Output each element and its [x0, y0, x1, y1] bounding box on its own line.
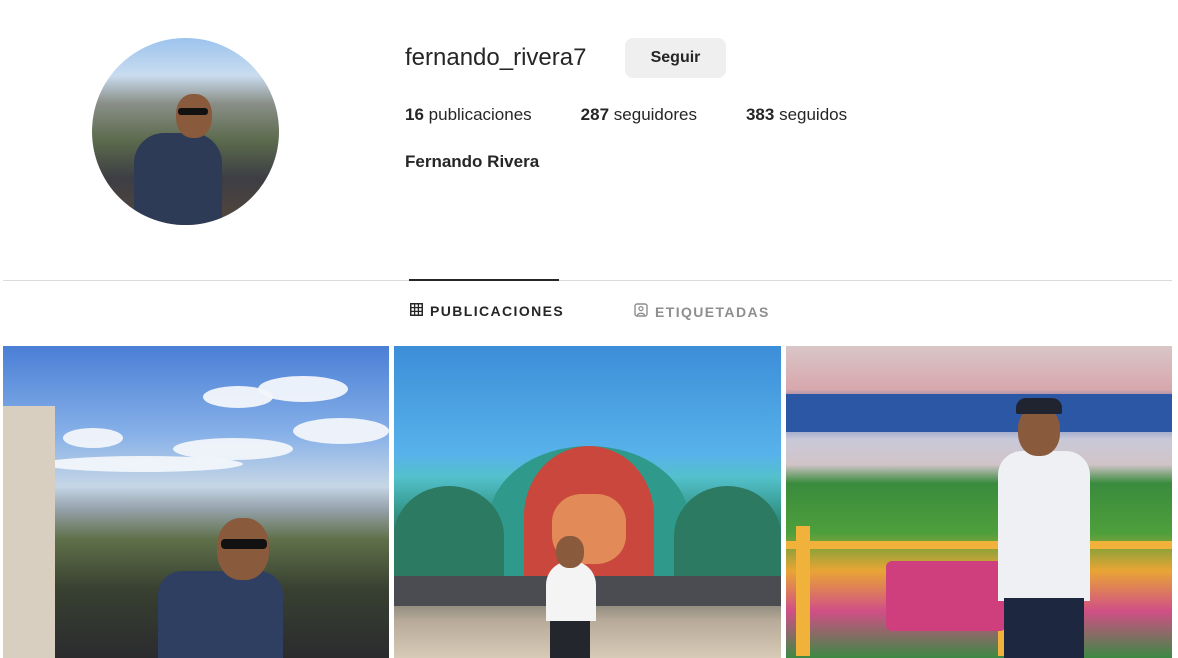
post-thumbnail-1[interactable] [3, 346, 389, 658]
cloud-shape [258, 376, 348, 402]
profile-avatar[interactable] [92, 38, 279, 225]
person-head [556, 536, 584, 568]
crest-field-art [886, 561, 1006, 631]
profile-stats: 16 publicaciones 287 seguidores 383 segu… [405, 105, 896, 125]
tab-etiquetadas-label: ETIQUETADAS [655, 303, 770, 320]
person-shirt [546, 561, 596, 621]
tab-publicaciones-label: PUBLICACIONES [430, 303, 565, 319]
followers-label: seguidores [613, 105, 697, 124]
tab-etiquetadas[interactable]: ETIQUETADAS [634, 303, 770, 320]
tagged-icon [634, 303, 655, 320]
barrier-post [796, 526, 810, 656]
avatar-head [176, 94, 212, 138]
stat-followers[interactable]: 287 seguidores [581, 105, 697, 125]
follow-button[interactable]: Seguir [625, 38, 726, 78]
following-count: 383 [745, 105, 775, 124]
person-head [217, 518, 269, 580]
cloud-shape [63, 428, 123, 448]
stadium-seats-blue [786, 394, 1172, 432]
avatar-shirt [134, 133, 222, 225]
stage-wing-left [394, 486, 504, 586]
tabs-divider [3, 280, 1172, 281]
stat-posts[interactable]: 16 publicaciones [405, 105, 532, 125]
cloud-shape [293, 418, 389, 444]
person-shirt [158, 571, 283, 658]
profile-username: fernando_rivera7 [405, 44, 587, 71]
followers-count: 287 [580, 105, 610, 124]
cloud-shape [43, 456, 243, 472]
grid-icon [410, 303, 430, 319]
active-tab-indicator [409, 279, 559, 281]
person-pants [1004, 598, 1084, 658]
avatar-sunglasses [178, 108, 208, 115]
stone-pillar [3, 406, 55, 658]
cap [1016, 398, 1062, 414]
sunglasses [221, 539, 267, 549]
stat-following[interactable]: 383 seguidos [746, 105, 847, 125]
person-shirt [998, 451, 1090, 601]
tab-publicaciones[interactable]: PUBLICACIONES [410, 303, 564, 319]
posts-count: 16 [405, 105, 424, 124]
posts-label: publicaciones [428, 105, 532, 124]
post-thumbnail-3[interactable] [786, 346, 1172, 658]
profile-full-name: Fernando Rivera [405, 152, 540, 171]
person-pants [550, 621, 590, 658]
following-label: seguidos [779, 105, 848, 124]
barrier-rail [786, 541, 1172, 549]
stage-wing-right [674, 486, 781, 586]
post-thumbnail-2[interactable] [394, 346, 781, 658]
